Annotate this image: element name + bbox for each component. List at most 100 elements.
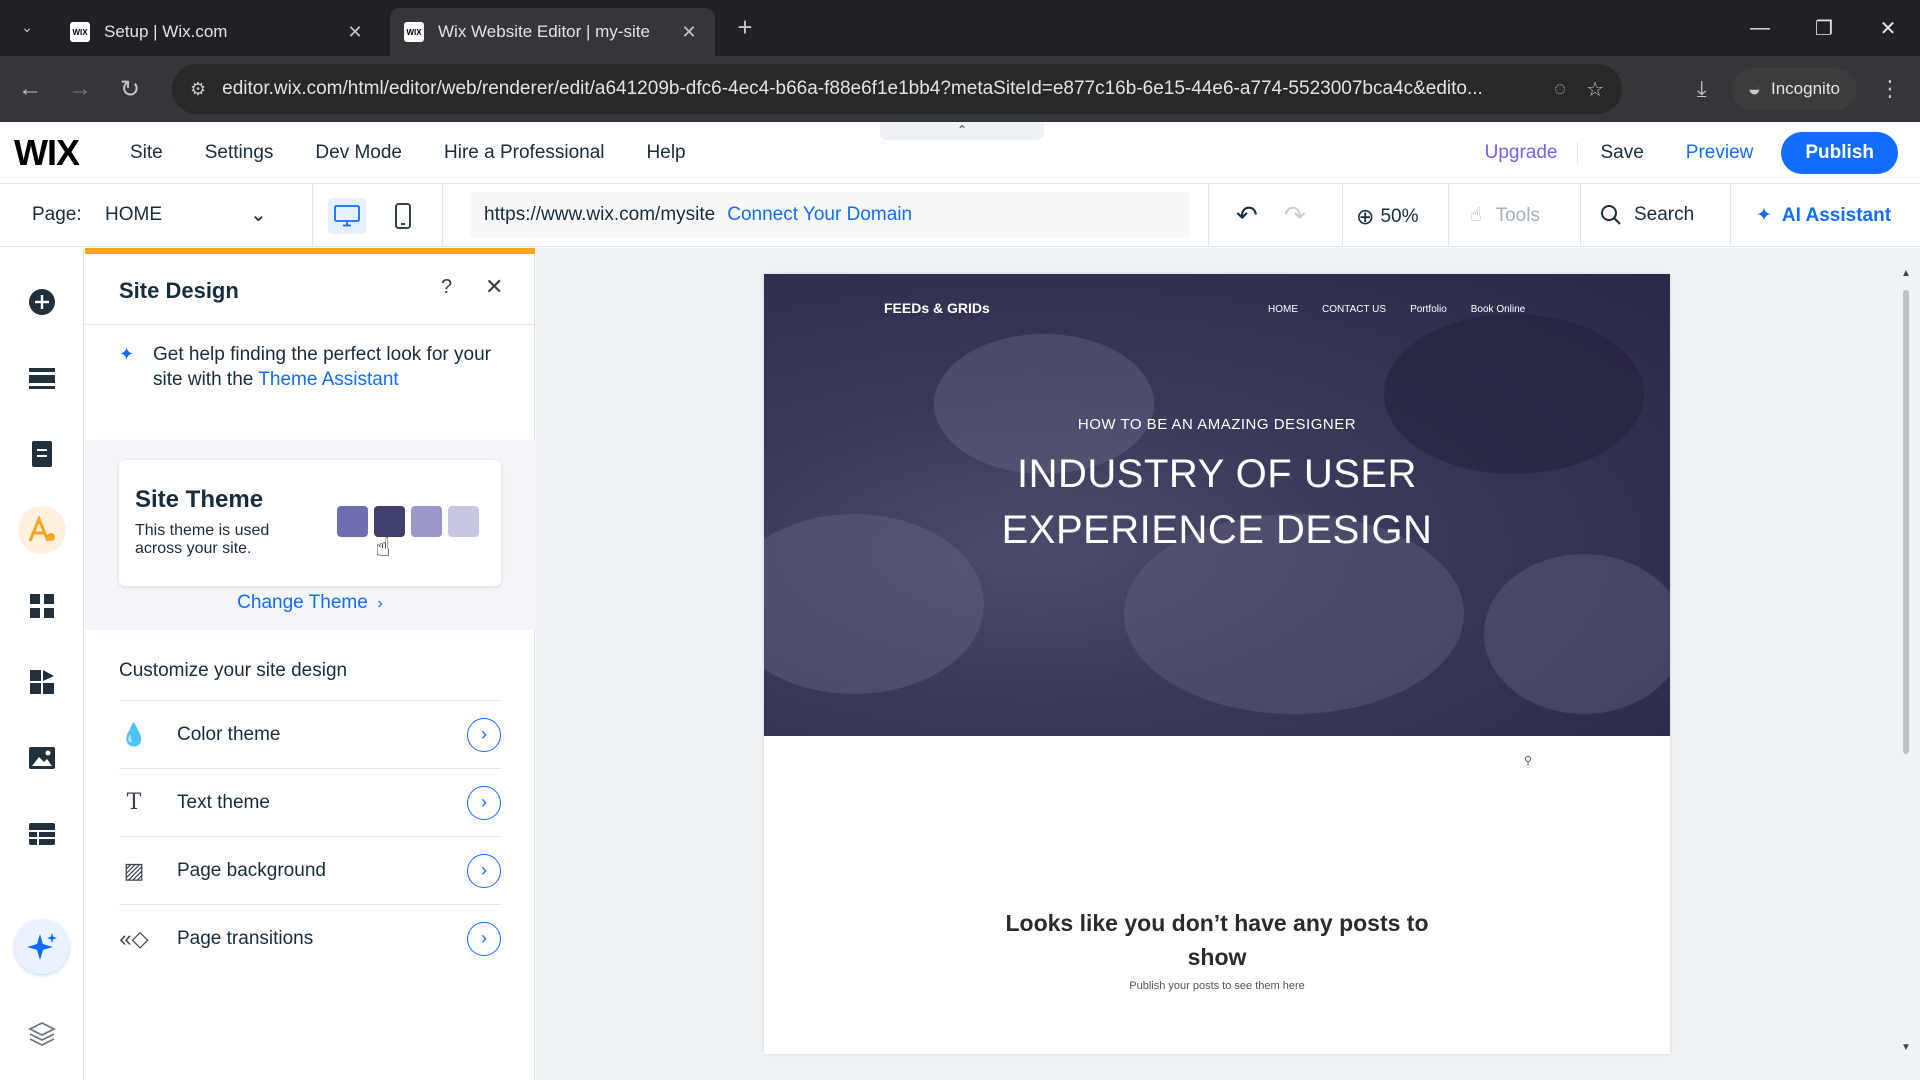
menu-settings[interactable]: Settings [205,142,274,164]
hero-title-text: INDUSTRY OF USER EXPERIENCE DESIGN [1001,452,1433,552]
option-text-theme[interactable]: T Text theme › [119,768,501,836]
eye-slash-icon[interactable]: ◌ [1554,78,1566,101]
site-info-icon[interactable]: ⚙ [190,79,206,100]
back-arrow-icon[interactable]: ← [12,71,48,107]
upgrade-button[interactable]: Upgrade [1485,142,1579,164]
minimize-icon[interactable]: — [1728,0,1792,56]
business-apps-icon[interactable] [18,658,66,706]
menu-site[interactable]: Site [130,142,163,164]
new-tab-plus-icon[interactable]: + [730,12,760,42]
zoom-level: 50% [1380,206,1419,227]
tools-button[interactable]: ☝ Tools [1470,204,1540,227]
browser-menu-kebab-icon[interactable]: ⋮ [1870,76,1910,102]
desktop-view-button[interactable] [328,198,366,234]
browser-tab-setup[interactable]: WIX Setup | Wix.com ✕ [56,8,381,56]
theme-swatch-3[interactable] [411,506,442,537]
tab-search-chevron-icon[interactable]: ⌄ [12,12,42,42]
hero-title[interactable]: INDUSTRY OF USER EXPERIENCE DESIGN [764,446,1670,558]
reload-icon[interactable]: ↻ [112,71,148,107]
empty-posts-title-text: Looks like you don’t have any posts to s… [1005,910,1429,970]
empty-posts-subtitle: Publish your posts to see them here [1129,980,1305,992]
site-nav-book-online[interactable]: Book Online [1471,304,1525,315]
bookmark-star-icon[interactable]: ☆ [1586,77,1604,102]
restore-icon[interactable]: ❐ [1792,0,1856,56]
change-theme-link[interactable]: Change Theme › [85,592,535,614]
incognito-badge[interactable]: ◒ Incognito [1731,68,1856,110]
site-nav-contact[interactable]: CONTACT US [1322,304,1386,315]
theme-swatch-1[interactable] [337,506,368,537]
option-page-transitions[interactable]: «◇ Page transitions › [119,904,501,972]
theme-swatch-4[interactable] [448,506,479,537]
undo-icon[interactable]: ↶ [1236,200,1258,231]
option-color-theme[interactable]: 💧 Color theme › [119,700,501,768]
background-icon: ▨ [123,857,145,883]
collapse-toolbar-chevron-up-icon[interactable]: ⌃ [880,122,1044,140]
divider [442,184,443,246]
site-theme-card[interactable]: Site Theme This theme is used across you… [119,460,501,586]
option-label: Text theme [177,791,270,813]
tab-close-icon[interactable]: ✕ [343,20,367,44]
media-icon[interactable] [18,734,66,782]
blog-search-icon[interactable]: ⚲ [1524,754,1532,767]
cms-icon[interactable] [18,810,66,858]
download-icon[interactable]: ⤓ [1682,76,1722,102]
pages-icon[interactable] [18,430,66,478]
option-page-background[interactable]: ▨ Page background › [119,836,501,904]
forward-arrow-icon[interactable]: → [62,71,98,107]
site-design-icon[interactable] [18,506,66,554]
site-theme-title: Site Theme [135,486,264,513]
menu-dev-mode[interactable]: Dev Mode [315,142,402,164]
wix-logo[interactable]: WIX [14,132,80,174]
apps-grid-glyph [30,594,54,618]
site-nav-home[interactable]: HOME [1268,304,1298,315]
chevron-right-circle-icon[interactable]: › [467,853,501,888]
menu-help[interactable]: Help [647,142,686,164]
chevron-right-circle-icon[interactable]: › [467,717,501,752]
chevron-right-circle-icon[interactable]: › [467,785,501,820]
window-close-icon[interactable]: ✕ [1856,0,1920,56]
ai-assistant-button[interactable]: ✦ AI Assistant [1756,204,1891,227]
page-selector[interactable]: HOME [105,204,162,226]
omnibox[interactable]: ⚙ editor.wix.com/html/editor/web/rendere… [172,64,1622,114]
tab-title: Wix Website Editor | my-site [438,22,650,41]
zoom-control[interactable]: ⊕ 50% [1356,204,1418,230]
option-label: Color theme [177,723,281,745]
mobile-view-button[interactable] [384,198,422,234]
help-question-icon[interactable]: ? [441,276,452,299]
page-label: Page: [32,204,82,225]
ai-tools-icon[interactable] [15,920,69,974]
scrollbar-thumb[interactable] [1903,290,1909,754]
theme-assistant-tip: ✦ Get help finding the perfect look for … [119,342,509,392]
save-button[interactable]: Save [1600,142,1643,164]
desktop-monitor-icon [334,205,360,227]
site-nav-portfolio[interactable]: Portfolio [1410,304,1447,315]
left-tool-rail [0,248,84,1080]
publish-button[interactable]: Publish [1781,132,1898,174]
sections-icon[interactable] [18,354,66,402]
scroll-up-arrow-icon[interactable]: ▲ [1900,268,1912,279]
url-text[interactable]: editor.wix.com/html/editor/web/renderer/… [222,78,1534,100]
hero-section[interactable]: FEEDs & GRIDs HOME CONTACT US Portfolio … [764,274,1670,736]
apps-icon[interactable] [18,582,66,630]
canvas-scrollbar[interactable]: ▲ ▼ [1900,268,1912,1058]
scroll-down-arrow-icon[interactable]: ▼ [1900,1042,1912,1053]
site-logo-text[interactable]: FEEDs & GRIDs [884,300,990,316]
tab-close-icon[interactable]: ✕ [677,20,701,44]
sections-glyph [29,368,55,389]
redo-icon[interactable]: ↷ [1284,200,1306,231]
browser-tab-editor[interactable]: WIX Wix Website Editor | my-site ✕ [390,8,715,56]
layers-icon[interactable] [18,1010,66,1058]
preview-button[interactable]: Preview [1686,142,1754,164]
search-button[interactable]: Search [1600,204,1694,226]
add-elements-icon[interactable] [18,278,66,326]
chevron-down-icon[interactable]: ⌄ [250,202,267,227]
divider [1730,184,1731,246]
chevron-right-circle-icon[interactable]: › [467,921,501,956]
browser-address-bar: ← → ↻ ⚙ editor.wix.com/html/editor/web/r… [0,56,1920,122]
theme-assistant-link[interactable]: Theme Assistant [258,369,398,390]
panel-close-icon[interactable]: ✕ [485,274,503,300]
connect-domain-link[interactable]: Connect Your Domain [727,204,912,226]
menu-hire-professional[interactable]: Hire a Professional [444,142,605,164]
site-preview-frame[interactable]: FEEDs & GRIDs HOME CONTACT US Portfolio … [764,274,1670,1054]
hero-subtitle[interactable]: HOW TO BE AN AMAZING DESIGNER [764,416,1670,433]
